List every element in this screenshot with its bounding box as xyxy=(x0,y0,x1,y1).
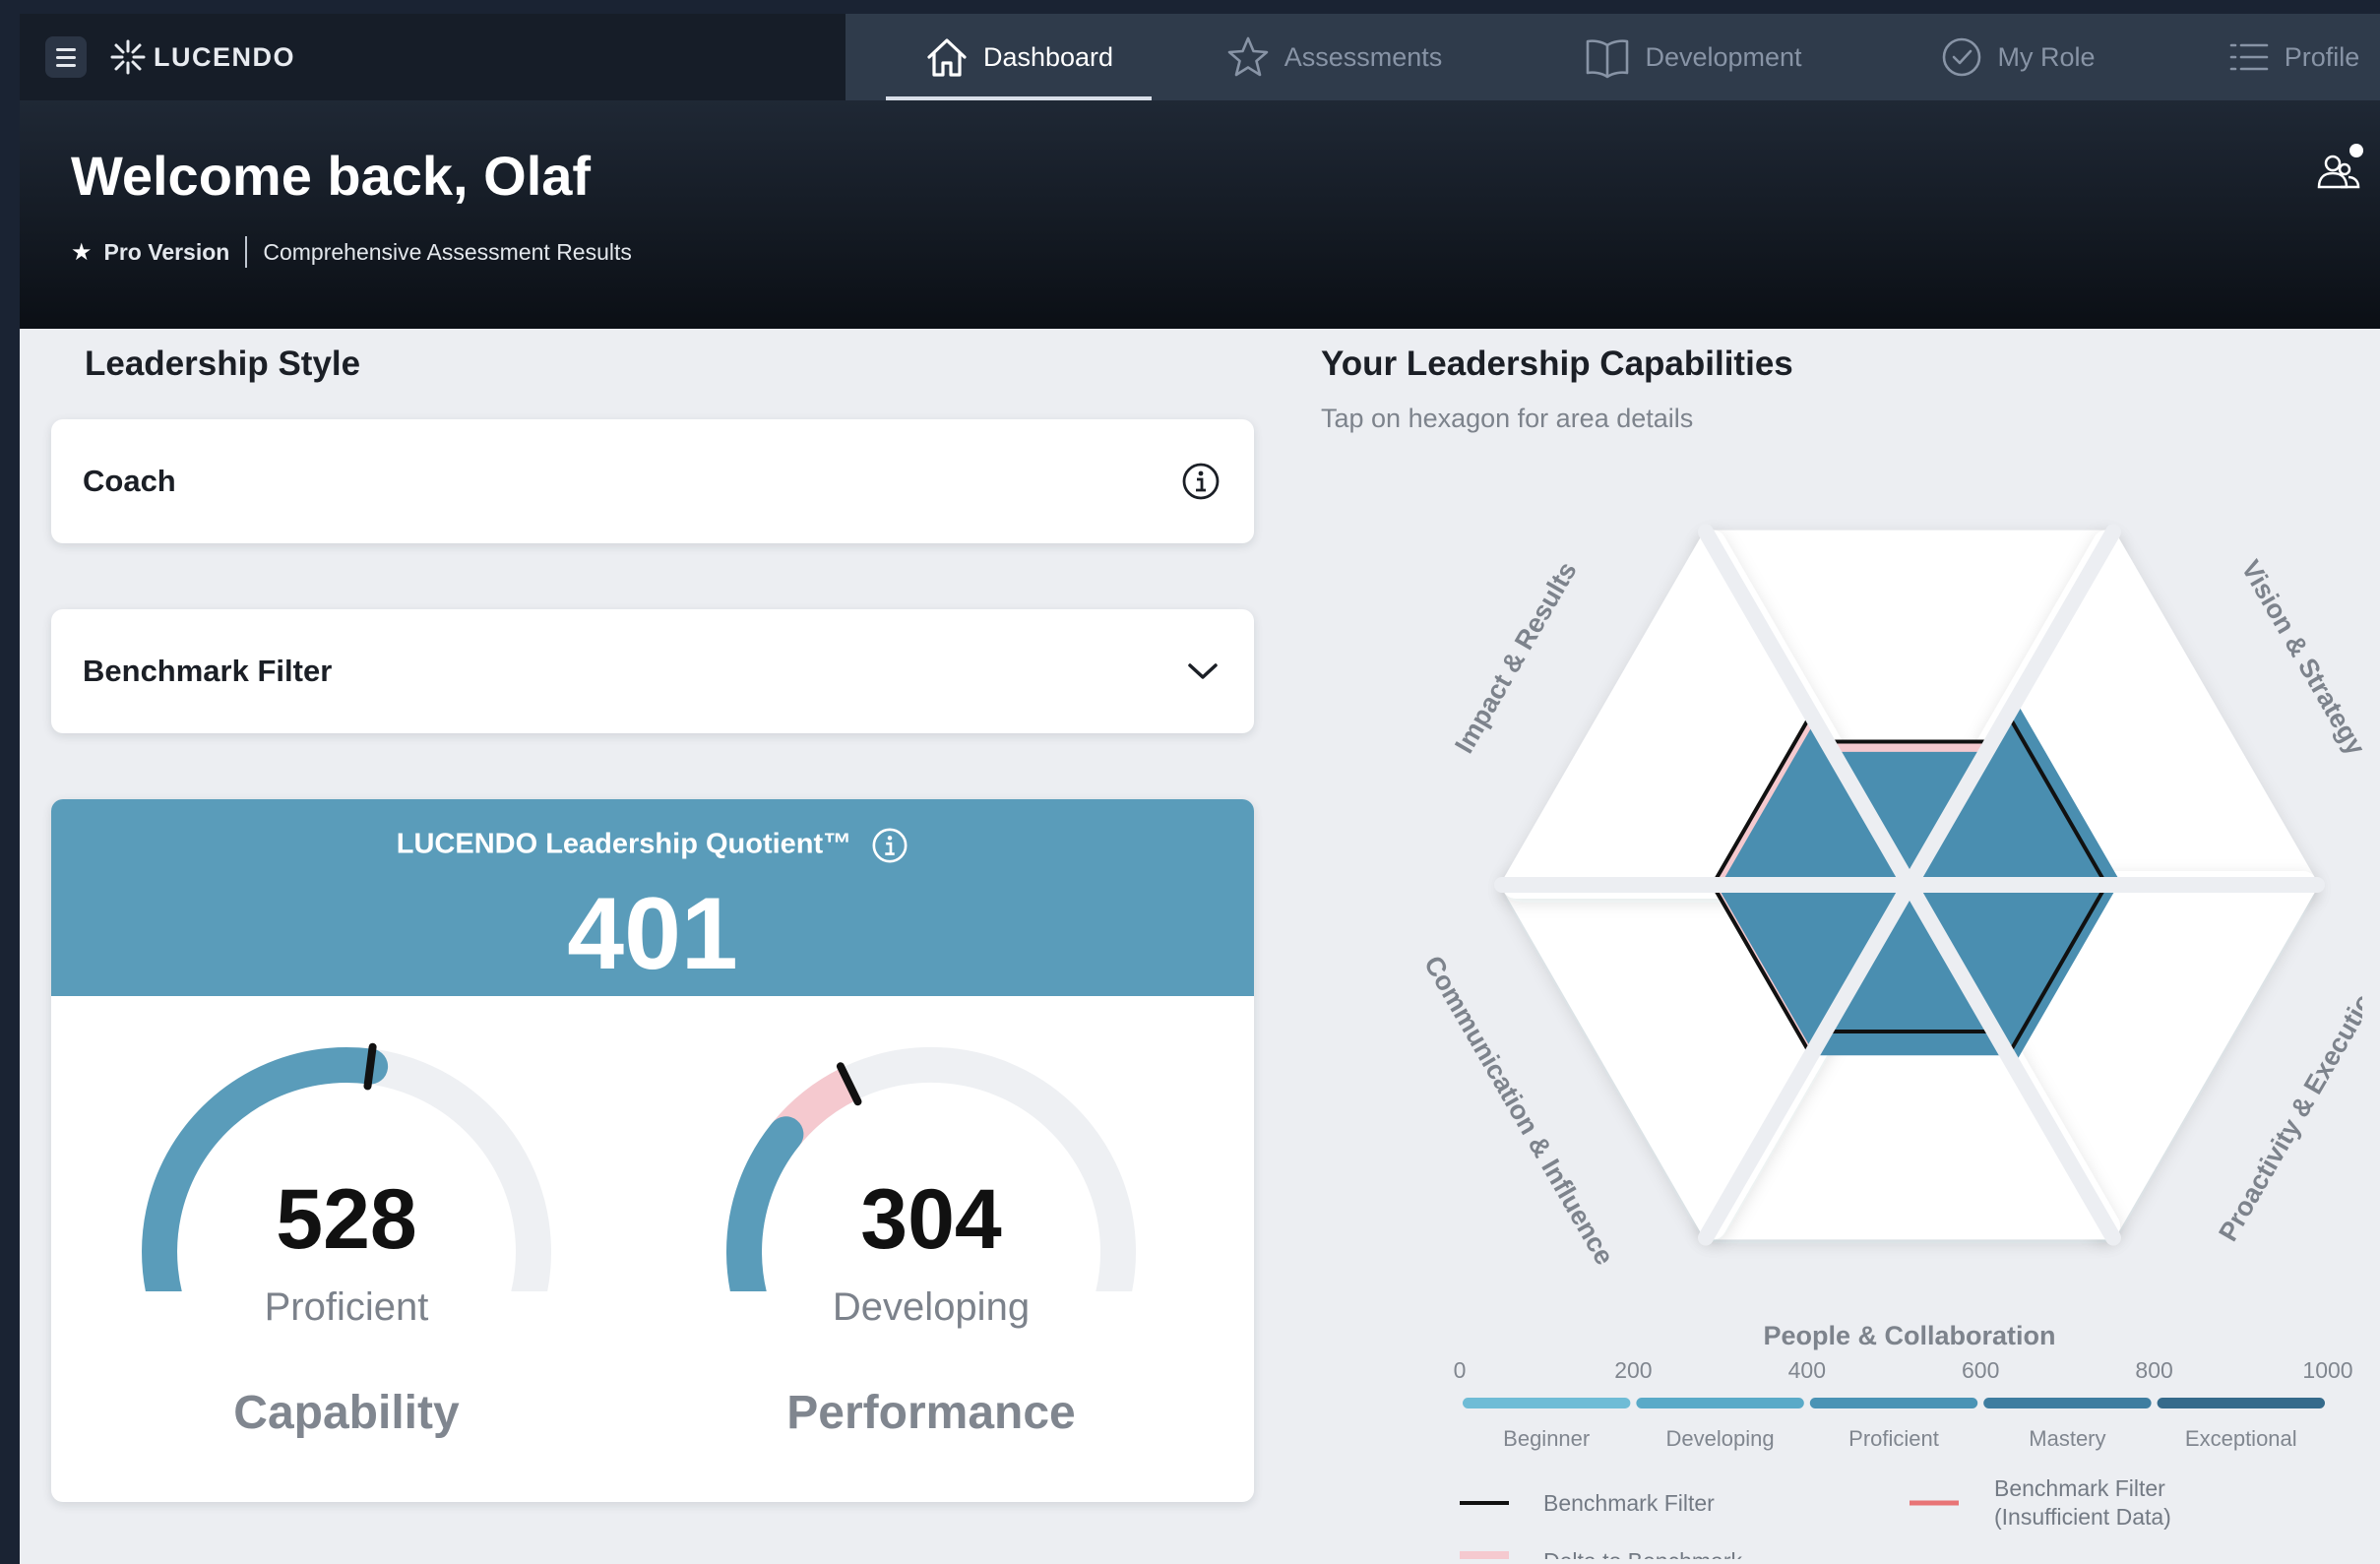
leadership-quotient-card: LUCENDO Leadership Quotient™ 401 528 Pro… xyxy=(51,799,1254,1502)
app-window: LUCENDO Dashboard Assessments Developmen… xyxy=(20,14,2380,1564)
capability-score: 528 xyxy=(276,1172,417,1267)
hex-area-label: People & Collaboration xyxy=(1763,1321,2055,1350)
tab-label: My Role xyxy=(1997,41,2096,72)
nav-tabs: Dashboard Assessments Development My Rol… xyxy=(886,14,2380,100)
scale-band-label: Proficient xyxy=(1848,1426,1939,1451)
star-icon xyxy=(1227,36,1269,77)
tab-profile[interactable]: Profile xyxy=(2165,14,2380,100)
scale-band-label: Beginner xyxy=(1503,1426,1590,1451)
notification-dot xyxy=(2349,144,2363,157)
list-icon xyxy=(2229,43,2269,71)
star-icon: ★ xyxy=(71,238,93,266)
lq-title-text: LUCENDO Leadership Quotient™ xyxy=(396,828,852,860)
brand-name: LUCENDO xyxy=(154,41,295,72)
capabilities-hexagon-chart[interactable]: Foundation & GrowthVision & StrategyProa… xyxy=(1319,447,2362,1559)
header-subline: ★ Pro Version Comprehensive Assessment R… xyxy=(71,236,632,268)
home-icon xyxy=(927,38,967,77)
welcome-header: Welcome back, Olaf ★ Pro Version Compreh… xyxy=(20,100,2380,329)
scale-band-label: Developing xyxy=(1666,1426,1775,1451)
brand-bar: LUCENDO xyxy=(20,14,846,100)
check-circle-icon xyxy=(1943,37,1981,77)
benchmark-filter-label: Benchmark Filter xyxy=(83,654,333,688)
benchmark-filter-dropdown[interactable]: Benchmark Filter xyxy=(51,609,1254,733)
capabilities-title: Your Leadership Capabilities xyxy=(1321,344,1793,383)
hex-area-label: Impact & Results xyxy=(1449,557,1583,759)
brand-logo[interactable]: LUCENDO xyxy=(108,37,295,77)
top-navigation: LUCENDO Dashboard Assessments Developmen… xyxy=(20,14,2380,100)
tab-label: Profile xyxy=(2284,41,2360,72)
tab-label: Dashboard xyxy=(982,41,1114,72)
hex-area-label: Vision & Strategy xyxy=(2235,555,2362,760)
legend-delta-swatch xyxy=(1460,1551,1509,1559)
tab-label: Assessments xyxy=(1284,41,1443,72)
team-notification-button[interactable] xyxy=(2311,142,2366,202)
performance-gauge[interactable]: 304 Developing Performance xyxy=(715,1035,1148,1469)
scale-tick: 600 xyxy=(1962,1357,1999,1383)
scale-band-exceptional xyxy=(2157,1398,2325,1408)
lq-header: LUCENDO Leadership Quotient™ 401 xyxy=(51,799,1254,996)
performance-label: Performance xyxy=(786,1387,1076,1439)
book-icon xyxy=(1587,39,1629,79)
legend-benchmark-label: Benchmark Filter xyxy=(1543,1490,1715,1516)
scale-band-beginner xyxy=(1463,1398,1631,1408)
people-icon xyxy=(2317,144,2363,189)
scale-band-label: Exceptional xyxy=(2185,1426,2297,1451)
scale-tick: 1000 xyxy=(2302,1357,2352,1383)
scale-tick: 400 xyxy=(1788,1357,1826,1383)
tab-my-role[interactable]: My Role xyxy=(1870,14,2165,100)
gauge-benchmark-marker xyxy=(363,1042,377,1091)
capability-level: Proficient xyxy=(264,1285,429,1329)
scale-band-developing xyxy=(1636,1398,1804,1408)
welcome-title: Welcome back, Olaf xyxy=(71,145,592,207)
tab-label: Development xyxy=(1645,41,1802,72)
info-icon[interactable] xyxy=(871,827,908,864)
leadership-style-value: Coach xyxy=(83,464,176,498)
capability-gauge[interactable]: 528 Proficient Capability xyxy=(130,1035,563,1469)
capabilities-subtitle: Tap on hexagon for area details xyxy=(1321,404,1694,433)
tab-dashboard[interactable]: Dashboard xyxy=(886,14,1152,100)
lq-title: LUCENDO Leadership Quotient™ xyxy=(51,827,1254,864)
divider xyxy=(245,236,248,268)
scale-tick: 200 xyxy=(1614,1357,1652,1383)
scale-band-label: Mastery xyxy=(2029,1426,2105,1451)
header-subtitle: Comprehensive Assessment Results xyxy=(263,238,632,265)
leadership-style-title: Leadership Style xyxy=(85,344,361,383)
leadership-style-card[interactable]: Coach xyxy=(51,419,1254,543)
scale-band-mastery xyxy=(1983,1398,2152,1408)
lucendo-logo-icon xyxy=(110,39,146,75)
chevron-down-icon xyxy=(1188,663,1218,679)
capability-label: Capability xyxy=(233,1387,460,1439)
scale-tick: 800 xyxy=(2135,1357,2172,1383)
scale-band-proficient xyxy=(1809,1398,1978,1408)
legend-insufficient-sublabel: (Insufficient Data) xyxy=(1994,1504,2171,1530)
legend-insufficient-label: Benchmark Filter xyxy=(1994,1475,2165,1501)
performance-level: Developing xyxy=(832,1285,1031,1329)
tab-development[interactable]: Development xyxy=(1516,14,1870,100)
performance-score: 304 xyxy=(860,1172,1002,1267)
tab-assessments[interactable]: Assessments xyxy=(1152,14,1516,100)
lq-value: 401 xyxy=(567,877,738,991)
info-icon[interactable] xyxy=(1181,462,1221,501)
version-badge: Pro Version xyxy=(103,238,230,265)
scale-tick: 0 xyxy=(1454,1357,1467,1383)
legend-delta-label: Delta to Benchmark xyxy=(1543,1548,1742,1559)
menu-button[interactable] xyxy=(45,36,87,78)
